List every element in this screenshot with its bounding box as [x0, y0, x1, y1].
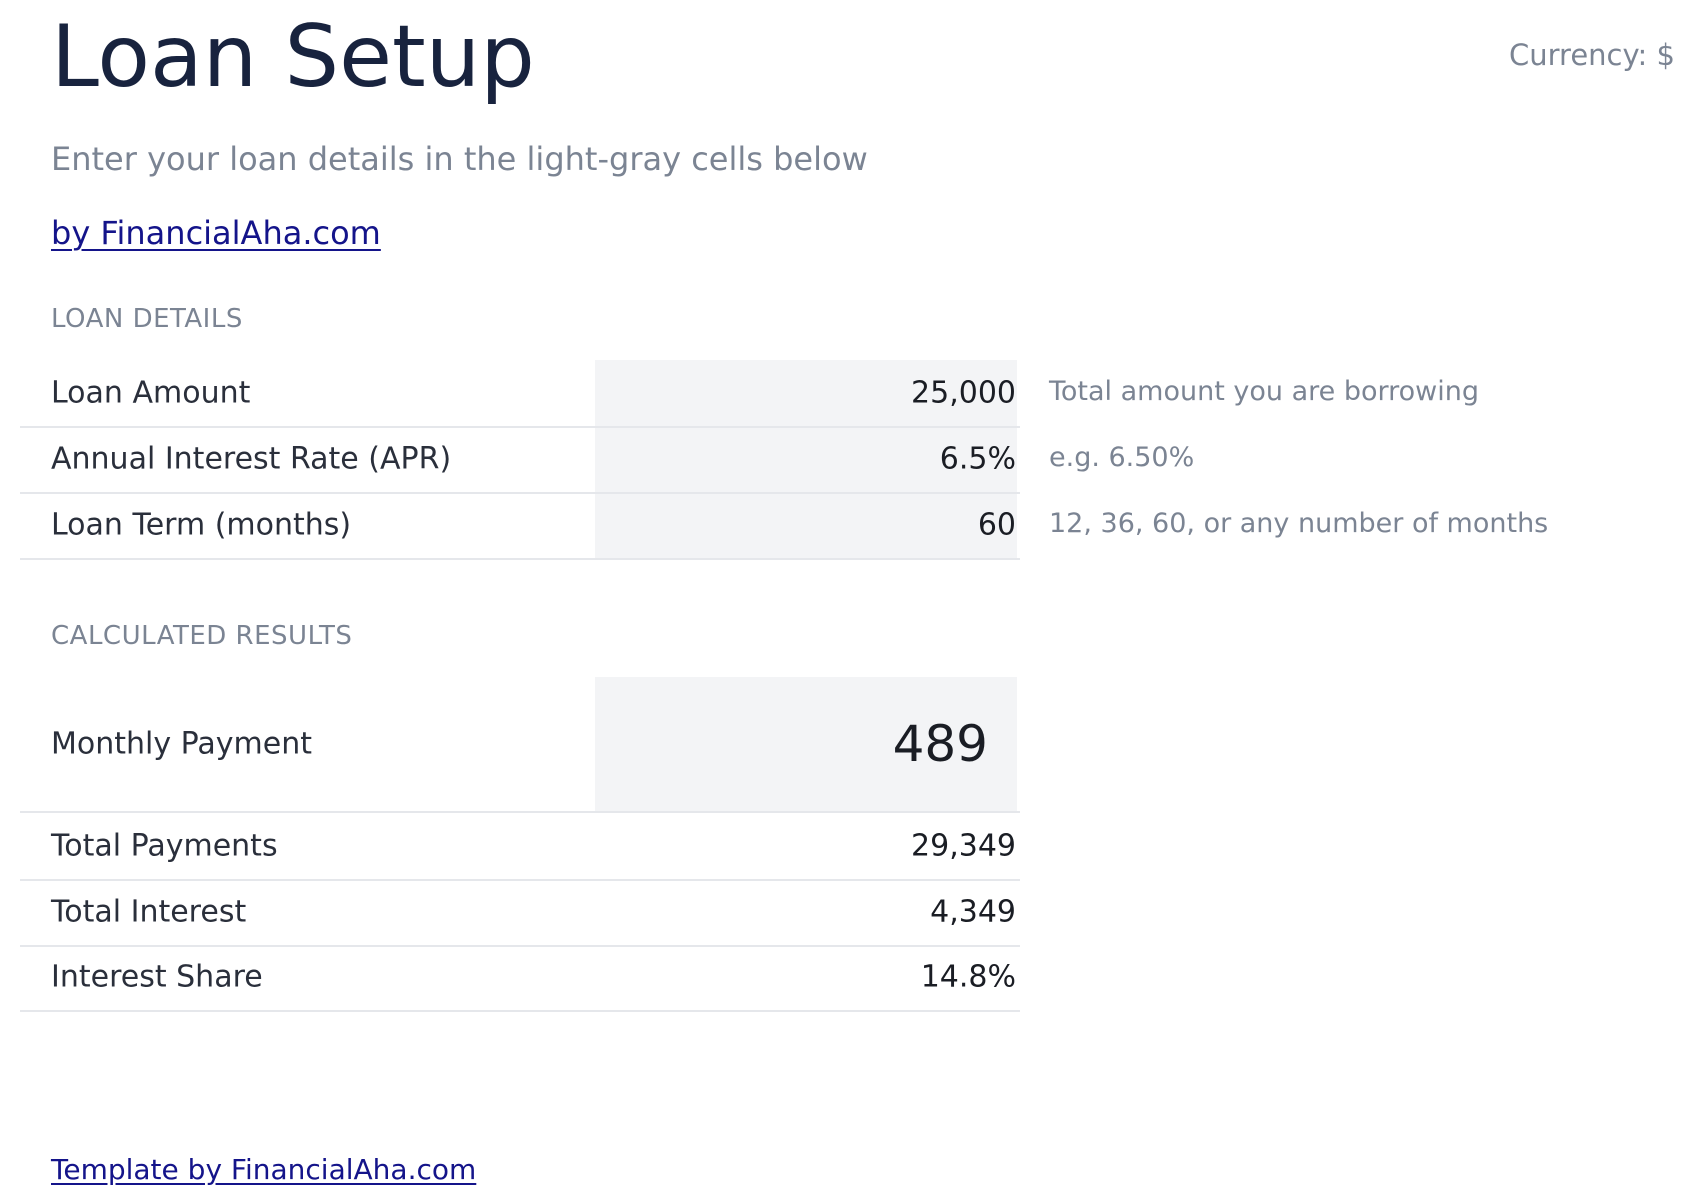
total-interest-label: Total Interest — [51, 894, 247, 930]
interest-rate-label: Annual Interest Rate (APR) — [51, 441, 452, 477]
page-subtitle: Enter your loan details in the light-gra… — [51, 140, 868, 178]
loan-term-row: Loan Term (months) 60 — [20, 492, 1020, 560]
interest-rate-hint: e.g. 6.50% — [1049, 442, 1195, 473]
footer-template-link[interactable]: Template by FinancialAha.com — [51, 1153, 476, 1186]
loan-term-hint: 12, 36, 60, or any number of months — [1049, 508, 1549, 539]
monthly-payment-label: Monthly Payment — [51, 726, 312, 762]
loan-amount-input[interactable]: 25,000 — [911, 376, 1016, 411]
page-title: Loan Setup — [51, 7, 535, 107]
loan-amount-label: Loan Amount — [51, 375, 251, 411]
monthly-payment-value: 489 — [892, 715, 988, 773]
loan-term-label: Loan Term (months) — [51, 507, 352, 543]
currency-label: Currency: $ — [1509, 38, 1675, 72]
loan-amount-row: Loan Amount 25,000 — [20, 360, 1020, 428]
loan-amount-hint: Total amount you are borrowing — [1049, 376, 1479, 407]
total-payments-row: Total Payments 29,349 — [20, 813, 1020, 881]
total-payments-value: 29,349 — [911, 828, 1016, 864]
interest-share-label: Interest Share — [51, 959, 263, 995]
section-header-calculated-results: CALCULATED RESULTS — [51, 621, 353, 651]
total-payments-label: Total Payments — [51, 828, 278, 864]
monthly-payment-row: Monthly Payment 489 — [20, 677, 1020, 813]
interest-share-value: 14.8% — [920, 959, 1016, 995]
interest-rate-row: Annual Interest Rate (APR) 6.5% — [20, 426, 1020, 494]
section-header-loan-details: LOAN DETAILS — [51, 304, 243, 334]
interest-share-row: Interest Share 14.8% — [20, 944, 1020, 1012]
interest-rate-input[interactable]: 6.5% — [940, 442, 1016, 477]
brand-link[interactable]: by FinancialAha.com — [51, 214, 381, 252]
loan-term-input[interactable]: 60 — [978, 508, 1016, 543]
total-interest-value: 4,349 — [930, 894, 1016, 930]
total-interest-row: Total Interest 4,349 — [20, 879, 1020, 947]
